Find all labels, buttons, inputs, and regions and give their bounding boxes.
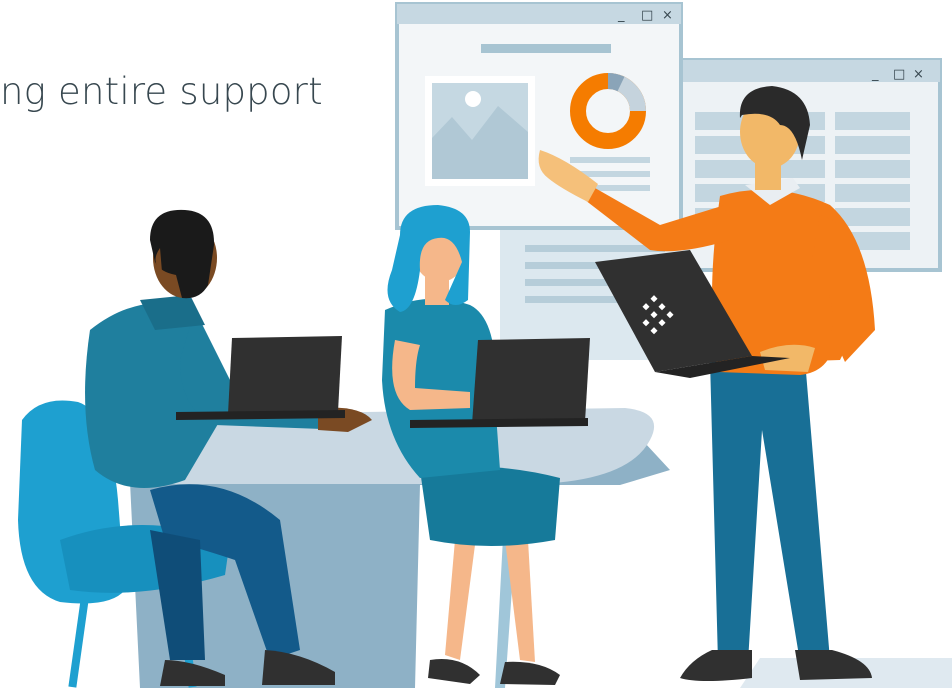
window-maximize-control[interactable]: □ xyxy=(893,67,905,82)
window-close-control[interactable]: × xyxy=(662,8,673,23)
team-meeting-illustration: _ □ × _ □ × xyxy=(18,2,952,688)
front-window: _ □ × xyxy=(395,2,683,230)
window-close-control[interactable]: × xyxy=(913,67,924,82)
window-maximize-control[interactable]: □ xyxy=(641,8,653,23)
image-placeholder-icon xyxy=(425,76,535,186)
window-minimize-control[interactable]: _ xyxy=(871,67,879,82)
window-minimize-control[interactable]: _ xyxy=(617,8,625,23)
